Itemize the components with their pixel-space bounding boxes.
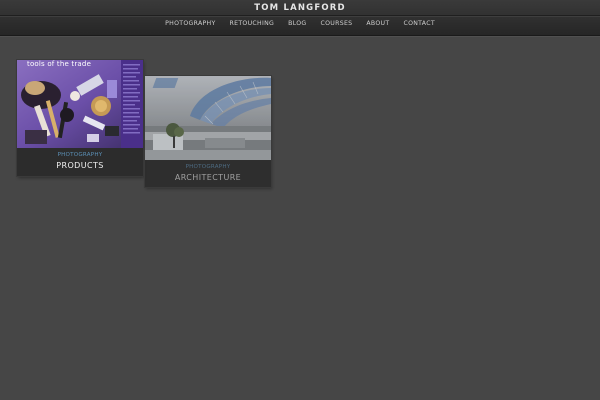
products-photo: [17, 60, 143, 148]
nav-item-retouching[interactable]: RETOUCHING: [223, 20, 282, 27]
architecture-category[interactable]: PHOTOGRAPHY: [145, 163, 271, 172]
products-category[interactable]: PHOTOGRAPHY: [17, 151, 143, 160]
site-logo[interactable]: TOM LANGFORD: [0, 3, 600, 13]
architecture-photo: [145, 76, 271, 160]
nav-item-contact[interactable]: CONTACT: [396, 20, 441, 27]
nav-item-blog[interactable]: BLOG: [281, 20, 313, 27]
nav-item-about[interactable]: ABOUT: [359, 20, 396, 27]
architecture-caption: PHOTOGRAPHY ARCHITECTURE: [145, 163, 271, 183]
nav-item-courses[interactable]: COURSES: [314, 20, 360, 27]
products-title[interactable]: PRODUCTS: [17, 160, 143, 171]
portfolio-card-products[interactable]: tools of the trade PHOTOGRAPHY PRODUCTS: [17, 60, 143, 176]
products-thumbnail[interactable]: tools of the trade: [17, 60, 143, 148]
products-caption: PHOTOGRAPHY PRODUCTS: [17, 151, 143, 171]
main-nav: PHOTOGRAPHY RETOUCHING BLOG COURSES ABOU…: [0, 20, 600, 27]
portfolio-card-architecture[interactable]: PHOTOGRAPHY ARCHITECTURE: [145, 76, 271, 187]
nav-divider: [0, 15, 600, 17]
architecture-thumbnail[interactable]: [145, 76, 271, 160]
architecture-title[interactable]: ARCHITECTURE: [145, 172, 271, 183]
nav-item-photography[interactable]: PHOTOGRAPHY: [158, 20, 222, 27]
products-photo-caption: tools of the trade: [27, 60, 92, 68]
top-bar: TOM LANGFORD PHOTOGRAPHY RETOUCHING BLOG…: [0, 0, 600, 36]
